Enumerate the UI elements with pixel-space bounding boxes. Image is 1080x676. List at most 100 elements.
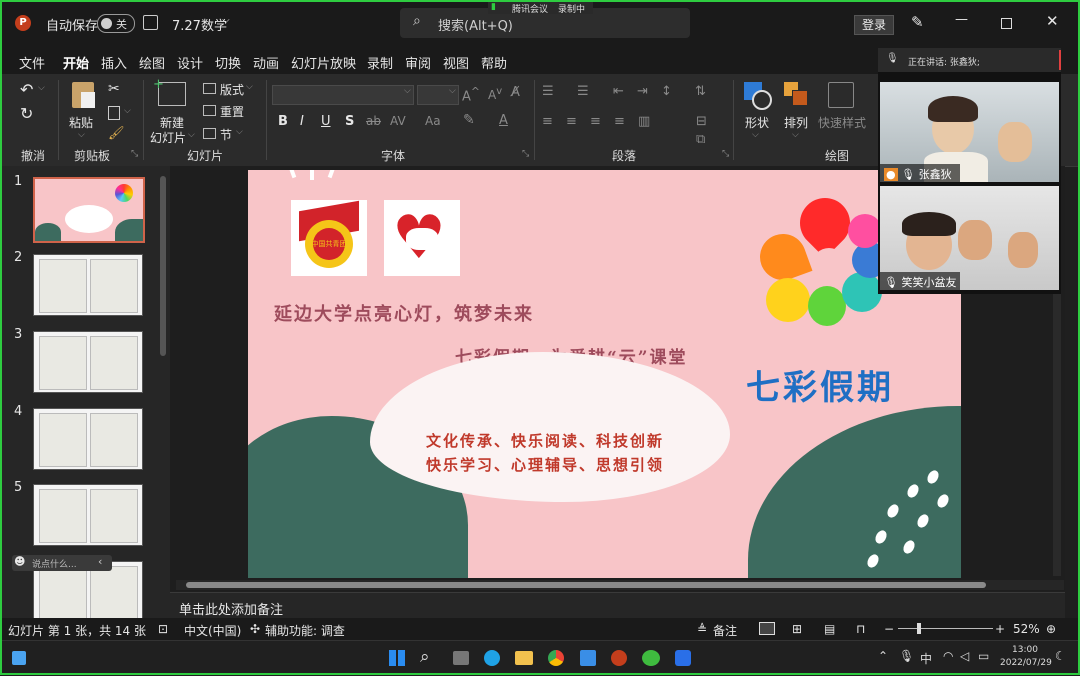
participant-video[interactable]: ● 🎙 张鑫狄: [880, 82, 1059, 182]
file-explorer-icon[interactable]: [515, 651, 533, 665]
shapes-icon[interactable]: [744, 82, 772, 110]
change-case-icon[interactable]: Aa: [425, 114, 441, 128]
document-title[interactable]: 7.27数学: [172, 15, 227, 34]
arrange-button[interactable]: 排列: [784, 114, 808, 131]
powerpoint-taskbar-icon[interactable]: [611, 650, 627, 666]
section-button[interactable]: 节: [220, 126, 232, 143]
font-name-field[interactable]: [272, 85, 414, 105]
language-status[interactable]: 中文(中国): [184, 622, 241, 639]
normal-view-icon[interactable]: [759, 622, 775, 635]
slide-body-line-2[interactable]: 快乐学习、心理辅导、思想引领: [426, 454, 664, 475]
widgets-icon[interactable]: [12, 651, 26, 665]
align-right-icon[interactable]: ≡: [590, 114, 601, 129]
powerpoint-icon[interactable]: P: [15, 15, 31, 31]
underline-icon[interactable]: U: [321, 114, 331, 129]
tab-record[interactable]: 录制: [367, 53, 393, 72]
tab-transitions[interactable]: 切换: [215, 53, 241, 72]
smartart-icon[interactable]: ⧉: [696, 132, 705, 147]
notes-pane[interactable]: 单击此处添加备注: [170, 592, 1065, 619]
comment-bar[interactable]: ☻ 说点什么... ‹: [12, 555, 112, 571]
search-icon[interactable]: ⌕: [420, 647, 430, 667]
chevron-up-icon[interactable]: ⌃: [878, 649, 888, 663]
notification-icon[interactable]: ☾: [1055, 649, 1066, 663]
accessibility-status[interactable]: 辅助功能: 调查: [265, 622, 345, 639]
italic-icon[interactable]: I: [300, 114, 304, 129]
tab-home[interactable]: 开始: [63, 53, 90, 78]
clock-time[interactable]: 13:00: [1012, 645, 1038, 655]
justify-icon[interactable]: ≡: [614, 114, 625, 129]
reading-view-icon[interactable]: ▤: [824, 622, 835, 636]
align-center-icon[interactable]: ≡: [566, 114, 577, 129]
paste-dropdown-icon[interactable]: ⌵: [78, 130, 85, 140]
thumbnail-scrollbar[interactable]: [160, 176, 166, 356]
reset-button[interactable]: 重置: [220, 103, 244, 120]
layout-icon[interactable]: [203, 83, 216, 94]
reset-icon[interactable]: [203, 105, 216, 116]
undo-icon[interactable]: ↶: [20, 80, 33, 99]
quick-styles-button[interactable]: 快速样式: [818, 114, 866, 131]
slide-thumbnail[interactable]: [33, 331, 143, 393]
text-direction-icon[interactable]: ⇅: [695, 84, 706, 99]
volume-icon[interactable]: ◁: [960, 649, 969, 663]
section-dropdown-icon[interactable]: ⌵: [236, 127, 243, 137]
clock-date[interactable]: 2022/07/29: [1000, 658, 1052, 668]
login-button[interactable]: 登录: [854, 15, 894, 35]
font-color-icon[interactable]: A: [499, 113, 508, 128]
ime-indicator[interactable]: 中: [920, 650, 932, 667]
redo-icon[interactable]: ↻: [20, 104, 33, 123]
section-icon[interactable]: [203, 128, 216, 139]
notes-button[interactable]: 备注: [713, 622, 737, 639]
highlight-icon[interactable]: ✎: [463, 112, 475, 128]
decrease-indent-icon[interactable]: ⇤: [613, 84, 624, 99]
pen-icon[interactable]: ✎: [911, 13, 924, 31]
tab-slideshow[interactable]: 幻灯片放映: [291, 53, 356, 72]
zoom-slider-thumb[interactable]: [917, 623, 921, 634]
minimize-icon[interactable]: —: [955, 12, 968, 27]
zoom-out-icon[interactable]: −: [884, 622, 894, 636]
bold-icon[interactable]: B: [278, 114, 288, 129]
spellcheck-icon[interactable]: ⊡: [158, 622, 168, 636]
slide-sorter-icon[interactable]: ⊞: [792, 622, 802, 636]
shapes-button[interactable]: 形状: [745, 114, 769, 131]
dialog-launcher-icon[interactable]: ⤡: [131, 149, 138, 159]
copy-dropdown-icon[interactable]: ⌵: [124, 106, 131, 116]
copy-icon[interactable]: [108, 106, 120, 120]
slide-subtitle-1[interactable]: 延边大学点亮心灯，筑梦未来: [274, 300, 534, 326]
char-spacing-icon[interactable]: AV: [390, 114, 406, 128]
accessibility-icon[interactable]: ✣: [250, 622, 260, 636]
clear-format-icon[interactable]: A̸: [511, 85, 520, 100]
shapes-dropdown-icon[interactable]: ⌵: [752, 130, 759, 140]
save-icon[interactable]: [143, 15, 158, 30]
font-name-dropdown-icon[interactable]: ⌵: [404, 86, 411, 96]
slide-thumbnail[interactable]: [33, 254, 143, 316]
bullets-icon[interactable]: ☰: [542, 84, 554, 99]
arrange-dropdown-icon[interactable]: ⌵: [792, 130, 799, 140]
numbering-icon[interactable]: ☰: [577, 84, 589, 99]
increase-indent-icon[interactable]: ⇥: [637, 84, 648, 99]
store-icon[interactable]: [580, 650, 596, 666]
chrome-icon[interactable]: [548, 650, 564, 666]
font-size-dropdown-icon[interactable]: ⌵: [449, 86, 456, 96]
paste-icon[interactable]: [72, 82, 95, 108]
notes-icon[interactable]: ≜: [697, 622, 707, 636]
zoom-in-icon[interactable]: +: [995, 622, 1005, 636]
tab-review[interactable]: 审阅: [405, 53, 431, 72]
maximize-icon[interactable]: [1001, 18, 1012, 29]
slideshow-icon[interactable]: ⊓: [856, 622, 865, 636]
grow-font-icon[interactable]: A^: [462, 85, 480, 104]
align-left-icon[interactable]: ≡: [542, 114, 553, 129]
zoom-level[interactable]: 52%: [1013, 622, 1040, 636]
layout-dropdown-icon[interactable]: ⌵: [246, 82, 253, 92]
new-slide-dropdown-icon[interactable]: ⌵: [188, 130, 195, 140]
tab-file[interactable]: 文件: [19, 53, 45, 72]
tab-design[interactable]: 设计: [177, 53, 203, 72]
task-view-icon[interactable]: [453, 651, 469, 665]
dialog-launcher-icon[interactable]: ⤡: [722, 149, 729, 159]
wifi-icon[interactable]: ◠: [943, 649, 953, 663]
strikethrough-icon[interactable]: ab: [366, 114, 381, 128]
microphone-icon[interactable]: 🎙: [899, 649, 914, 663]
undo-dropdown-icon[interactable]: ⌵: [38, 83, 45, 93]
cut-icon[interactable]: ✂: [108, 81, 120, 97]
tab-animations[interactable]: 动画: [253, 53, 279, 72]
slide-thumbnail[interactable]: [33, 484, 143, 546]
